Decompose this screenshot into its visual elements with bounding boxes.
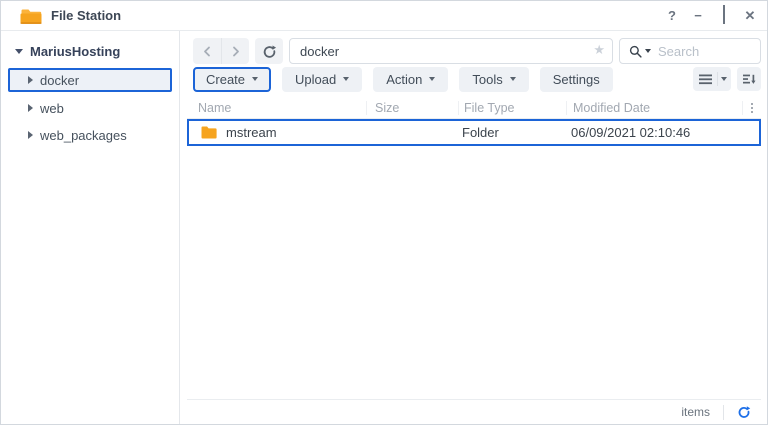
- search-box[interactable]: [619, 38, 761, 64]
- settings-button-label: Settings: [552, 71, 600, 87]
- action-toolbar: Create Upload Action Tools Settings: [193, 66, 761, 92]
- action-button-label: Action: [386, 71, 423, 87]
- file-station-app-icon: [20, 7, 42, 25]
- window-controls: ? − ✕: [665, 5, 757, 24]
- file-name-cell: mstream: [189, 125, 367, 140]
- upload-button[interactable]: Upload: [282, 66, 363, 92]
- chevron-down-icon: [343, 77, 350, 81]
- file-name: mstream: [226, 125, 277, 140]
- chevron-down-icon: [429, 77, 436, 81]
- search-icon: [629, 45, 642, 58]
- chevron-down-icon: [509, 77, 516, 81]
- sidebar-item-label: web: [40, 100, 64, 116]
- chevron-down-icon: [721, 77, 727, 81]
- items-count-label: items: [681, 405, 710, 419]
- close-icon[interactable]: ✕: [743, 9, 757, 22]
- sort-button[interactable]: [737, 67, 761, 91]
- refresh-icon: [263, 45, 276, 58]
- file-type-cell: Folder: [462, 125, 499, 140]
- create-button[interactable]: Create: [193, 66, 272, 92]
- folder-icon: [201, 126, 217, 139]
- path-input[interactable]: [289, 38, 613, 64]
- expand-arrow-icon[interactable]: [28, 131, 33, 139]
- upload-button-label: Upload: [295, 71, 337, 87]
- chevron-down-icon: [252, 77, 259, 81]
- expand-arrow-icon[interactable]: [28, 104, 33, 112]
- column-header-size[interactable]: Size: [367, 100, 459, 115]
- table-row[interactable]: mstream Folder 06/09/2021 02:10:46: [187, 119, 761, 146]
- create-button-label: Create: [206, 71, 246, 87]
- history-nav-group: [193, 38, 249, 64]
- column-header-name[interactable]: Name: [187, 100, 367, 115]
- favorite-star-icon[interactable]: ★: [593, 43, 605, 56]
- sidebar-item-label: docker: [40, 72, 80, 88]
- settings-button[interactable]: Settings: [539, 66, 613, 92]
- file-modified-date-cell: 06/09/2021 02:10:46: [571, 125, 691, 140]
- view-tools: [693, 67, 761, 91]
- back-button[interactable]: [193, 38, 221, 64]
- forward-button[interactable]: [221, 38, 249, 64]
- navigation-bar: ★: [193, 38, 761, 64]
- view-mode-caret[interactable]: [717, 72, 730, 86]
- status-divider: [723, 404, 724, 420]
- refresh-button[interactable]: [255, 38, 283, 64]
- column-header-modified-date[interactable]: Modified Date: [567, 100, 743, 115]
- sidebar-item-mariushosting[interactable]: MariusHosting: [15, 44, 179, 59]
- search-input[interactable]: [651, 43, 760, 59]
- sidebar-item-web-packages[interactable]: web_packages: [1, 124, 179, 146]
- column-header-file-type[interactable]: File Type: [459, 100, 567, 115]
- help-icon[interactable]: ?: [665, 9, 679, 22]
- sidebar-item-docker[interactable]: docker: [8, 68, 172, 92]
- path-field-wrap: ★: [289, 38, 613, 64]
- titlebar: File Station ? − ✕: [1, 1, 767, 31]
- table-header: Name Size File Type Modified Date: [187, 97, 761, 119]
- sort-icon: [742, 74, 755, 84]
- tools-button[interactable]: Tools: [459, 66, 529, 92]
- column-options-icon: [751, 102, 753, 113]
- folder-tree-sidebar: MariusHosting docker web web_packages: [1, 31, 180, 424]
- refresh-icon: [738, 406, 751, 418]
- collapse-arrow-icon[interactable]: [15, 49, 23, 54]
- minimize-icon[interactable]: −: [691, 9, 705, 22]
- window-title: File Station: [51, 8, 122, 23]
- sidebar-item-web[interactable]: web: [1, 97, 179, 119]
- view-mode-button[interactable]: [693, 67, 731, 91]
- status-bar: items: [187, 399, 761, 424]
- refresh-list-button[interactable]: [737, 405, 751, 419]
- action-button[interactable]: Action: [373, 66, 449, 92]
- main-panel: ★ Create Upload Action: [181, 31, 767, 424]
- tools-button-label: Tools: [472, 71, 503, 87]
- expand-arrow-icon[interactable]: [28, 76, 33, 84]
- file-station-window: File Station ? − ✕ MariusHosting docker …: [0, 0, 768, 425]
- column-options-button[interactable]: [743, 101, 761, 115]
- sidebar-root-label: MariusHosting: [30, 44, 121, 59]
- maximize-icon[interactable]: [717, 5, 731, 24]
- sidebar-item-label: web_packages: [40, 127, 127, 143]
- list-view-icon[interactable]: [693, 74, 717, 85]
